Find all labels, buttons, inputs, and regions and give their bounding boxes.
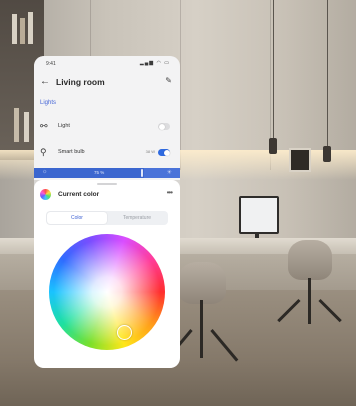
current-color-swatch: [40, 189, 51, 200]
tab-temperature[interactable]: Temperature: [107, 212, 167, 224]
picture-frame: [289, 148, 311, 172]
signal-wifi-battery-icon: ▂▄▆ ◠ ▭: [139, 60, 170, 66]
back-arrow-icon[interactable]: ←: [40, 76, 50, 88]
pendant-cord: [327, 0, 328, 148]
smart-bulb-toggle[interactable]: [158, 149, 170, 156]
status-bar: 9:41 ▂▄▆ ◠ ▭: [34, 58, 180, 70]
bulb-icon: ⚯: [40, 121, 48, 131]
color-wheel[interactable]: [49, 234, 165, 350]
chair: [288, 240, 332, 280]
color-bottom-sheet: Current color ••• Color Temperature: [34, 180, 180, 368]
phone-screen: 9:41 ▂▄▆ ◠ ▭ ← Living room ✎ Lights ⚯ Li…: [34, 56, 180, 368]
brightness-fill: [34, 168, 144, 178]
page-title: Living room: [56, 77, 105, 87]
status-time: 9:41: [46, 61, 56, 67]
brightness-slider[interactable]: ☼ 75 % ☀: [34, 168, 180, 178]
chair: [178, 262, 226, 304]
brightness-percent: 75 %: [94, 170, 105, 175]
device-row-smart-bulb[interactable]: ⚲ Smart bulb 38 W: [34, 144, 180, 164]
pencil-icon[interactable]: ✎: [165, 76, 172, 85]
chair-leg: [308, 278, 311, 324]
chair-leg: [200, 300, 203, 358]
nav-bar: ← Living room ✎: [34, 74, 180, 92]
tab-color[interactable]: Color: [47, 212, 107, 224]
pendant-lamp: [323, 146, 331, 162]
wall-seam: [180, 0, 181, 170]
sun-high-icon: ☀: [166, 170, 172, 176]
bulb-icon: ⚲: [40, 147, 47, 157]
pendant-lamp: [269, 138, 277, 154]
monitor: [239, 196, 279, 234]
device-power-value: 38 W: [145, 149, 155, 154]
light-toggle[interactable]: [158, 123, 170, 130]
slider-handle[interactable]: [141, 169, 143, 177]
color-mode-tabs: Color Temperature: [46, 211, 168, 225]
device-label: Light: [58, 123, 70, 129]
ellipsis-icon[interactable]: •••: [167, 188, 173, 197]
color-picker-handle[interactable]: [117, 325, 132, 340]
sheet-grabber[interactable]: [97, 183, 117, 185]
sheet-title: Current color: [58, 191, 100, 198]
pendant-cord: [273, 0, 274, 140]
device-label: Smart bulb: [58, 149, 85, 155]
scene: 9:41 ▂▄▆ ◠ ▭ ← Living room ✎ Lights ⚯ Li…: [0, 0, 356, 406]
toggle-knob: [163, 149, 170, 156]
sun-low-icon: ☼: [42, 169, 48, 175]
section-label-lights: Lights: [40, 100, 57, 106]
toggle-knob: [158, 123, 165, 130]
device-row-light[interactable]: ⚯ Light: [34, 118, 180, 138]
